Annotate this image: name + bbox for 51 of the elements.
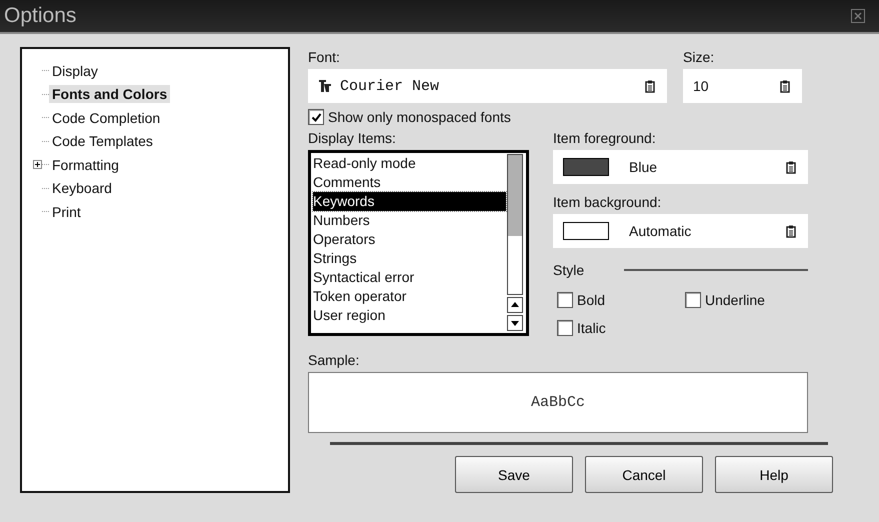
color-dropdown[interactable]: Automatic [553, 214, 808, 248]
scroll-thumb[interactable] [508, 155, 522, 236]
field-label: Font: [308, 49, 341, 65]
field-label: Display Items: [308, 130, 397, 146]
font-icon [318, 79, 332, 93]
dropdown-icon [780, 80, 790, 92]
list-item[interactable]: Token operator [313, 287, 506, 306]
checkbox-label: Italic [577, 320, 606, 336]
sample-preview: AaBbCc [308, 372, 808, 433]
tree-item[interactable]: Keyboard [49, 179, 115, 198]
checkbox[interactable] [685, 292, 701, 308]
tree-item[interactable]: Code Completion [49, 108, 164, 127]
scrollbar[interactable] [507, 154, 523, 295]
tree-item[interactable]: Formatting [49, 156, 122, 174]
tree-item[interactable]: Fonts and Colors [49, 85, 170, 104]
field-label: Item background: [553, 194, 662, 210]
list-item[interactable]: Strings [313, 249, 506, 268]
size-dropdown[interactable]: 10 [683, 69, 802, 103]
close-icon[interactable] [851, 9, 865, 23]
checkbox[interactable] [557, 320, 573, 336]
tree-item[interactable]: Code Templates [49, 132, 156, 150]
scroll-down-icon[interactable] [507, 315, 523, 331]
list-item[interactable]: Syntactical error [313, 268, 506, 287]
checkbox-label: Underline [705, 292, 765, 308]
tree-item[interactable]: Display [49, 62, 101, 80]
checkbox[interactable] [557, 292, 573, 308]
scroll-up-icon[interactable] [507, 297, 523, 313]
expand-icon[interactable] [32, 160, 42, 170]
dropdown-icon [645, 80, 655, 92]
field-label: Sample: [308, 352, 360, 368]
field-label: Size: [683, 49, 716, 65]
tree-item[interactable]: Print [49, 202, 84, 221]
dialog-button[interactable]: Save [455, 456, 573, 493]
window-title: Options [4, 4, 76, 28]
checkbox[interactable] [308, 109, 324, 125]
font-dropdown[interactable]: Courier New [308, 69, 667, 103]
list-item[interactable]: Numbers [313, 211, 506, 230]
list-item[interactable]: Comments [313, 173, 506, 192]
field-label: Item foreground: [553, 130, 657, 146]
dialog-button[interactable]: Cancel [585, 456, 703, 493]
dialog-button[interactable]: Help [715, 456, 833, 493]
checkbox-label: Bold [577, 292, 606, 308]
dropdown-icon [786, 160, 796, 174]
section-label: Style [553, 262, 584, 278]
list-item[interactable]: Operators [313, 230, 506, 249]
list-item[interactable]: User region [313, 306, 506, 325]
checkbox-label: Show only monospaced fonts [328, 109, 511, 125]
list-item[interactable]: Keywords [313, 192, 506, 211]
color-dropdown[interactable]: Blue [553, 150, 808, 184]
dropdown-icon [786, 224, 796, 238]
list-item[interactable]: Read-only mode [313, 154, 506, 173]
